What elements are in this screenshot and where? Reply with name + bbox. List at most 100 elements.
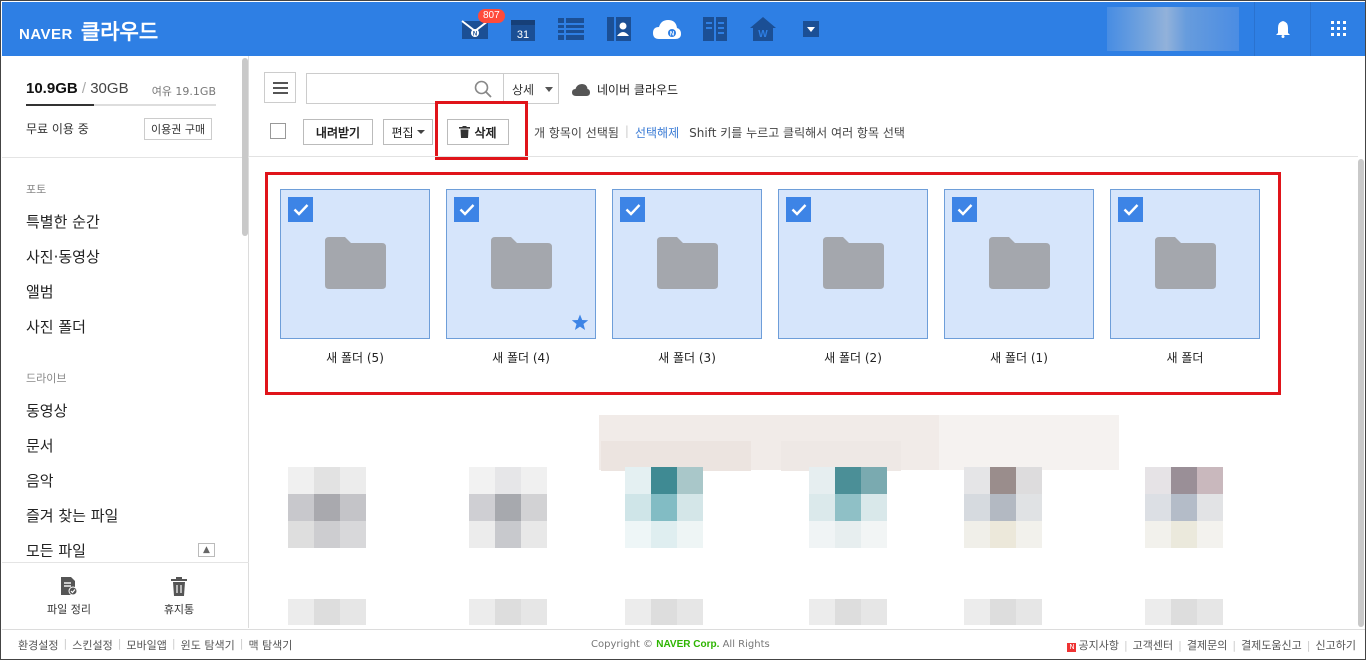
blurred-pixel	[469, 467, 495, 494]
blurred-pixel	[1197, 494, 1223, 521]
plan-status: 무료 이용 중	[26, 122, 89, 136]
storage-used: 10.9GB	[26, 80, 78, 97]
sidebar-item-documents[interactable]: 문서	[26, 435, 54, 456]
search-icon[interactable]	[474, 80, 492, 101]
notification-button[interactable]	[1254, 2, 1310, 56]
main-scrollbar[interactable]	[1358, 159, 1364, 627]
blurred-pixel	[990, 494, 1016, 521]
blurred-pixel	[964, 521, 990, 548]
sidebar-tools: 파일 정리 휴지통	[2, 562, 249, 628]
blurred-pixel	[1145, 494, 1171, 521]
sidebar-item-all-files[interactable]: 모든 파일	[26, 540, 86, 561]
blurred-pixel	[288, 521, 314, 548]
naver-n-icon: N	[1067, 643, 1077, 652]
storage-usage: 10.9GB / 30GB 여유 19.1GB	[26, 80, 216, 106]
app-switcher: N 807 31 N W	[458, 9, 828, 46]
contacts-icon[interactable]	[602, 12, 636, 46]
top-bar: NAVER 클라우드 N 807 31 N W	[2, 2, 1365, 56]
naver-logo-text: NAVER	[19, 26, 73, 43]
trash-button[interactable]: 휴지통	[139, 575, 219, 617]
blurred-pixel	[809, 599, 835, 625]
footer-link-skin[interactable]: 스킨설정	[72, 637, 112, 653]
blurred-pixel	[677, 467, 703, 494]
blurred-pixel	[1145, 467, 1171, 494]
svg-text:N: N	[473, 32, 477, 38]
calendar-icon[interactable]: 31	[506, 12, 540, 46]
app-grid-icon	[1330, 21, 1346, 36]
blurred-pixel	[625, 599, 651, 625]
footer-link-payment-report[interactable]: 결제도움신고	[1241, 637, 1302, 653]
blurred-pixel	[990, 467, 1016, 494]
blurred-pixel	[1145, 599, 1171, 625]
blurred-pixel	[469, 599, 495, 625]
select-all-checkbox[interactable]	[270, 123, 286, 139]
search-detail-dropdown[interactable]: 상세	[503, 74, 559, 103]
collapse-up-icon[interactable]: ▲	[198, 543, 215, 557]
footer-link-windows-explorer[interactable]: 윈도 탐색기	[181, 637, 235, 653]
storage-free: 여유 19.1GB	[151, 85, 216, 98]
footer-link-notice[interactable]: N 공지사항	[1067, 637, 1119, 653]
mail-count-badge: 807	[478, 9, 505, 23]
blurred-pixel	[314, 494, 340, 521]
memo-icon[interactable]	[554, 12, 588, 46]
search-input[interactable]	[313, 80, 473, 98]
breadcrumb[interactable]: 네이버 클라우드	[571, 81, 678, 98]
notification-bell-icon	[1275, 21, 1290, 38]
blurred-pixel	[1016, 467, 1042, 494]
blurred-pixel	[314, 599, 340, 625]
sidebar-item-photos-videos[interactable]: 사진·동영상	[26, 246, 100, 267]
blurred-pixel	[314, 521, 340, 548]
clear-selection-link[interactable]: 선택해제	[635, 124, 679, 141]
menu-toggle-button[interactable]	[264, 72, 296, 103]
footer-link-mac-explorer[interactable]: 맥 탐색기	[248, 637, 292, 653]
blurred-pixel	[1016, 599, 1042, 625]
section-title-drive: 드라이브	[26, 372, 67, 385]
trash-label: 휴지통	[163, 603, 195, 616]
home-icon[interactable]: W	[746, 12, 780, 46]
edit-dropdown-button[interactable]: 편집	[383, 119, 433, 145]
footer-link-mobile-app[interactable]: 모바일앱	[126, 637, 166, 653]
blurred-pixel	[340, 599, 366, 625]
blurred-pixel	[495, 599, 521, 625]
blurred-pixel	[861, 494, 887, 521]
sidebar-item-videos[interactable]: 동영상	[26, 400, 67, 421]
sidebar-scrollbar[interactable]	[242, 58, 248, 236]
blurred-pixel	[521, 599, 547, 625]
sidebar-item-special-moments[interactable]: 특별한 순간	[26, 211, 100, 232]
blurred-pixel	[835, 599, 861, 625]
blurred-pixel	[651, 599, 677, 625]
sidebar: 10.9GB / 30GB 여유 19.1GB 무료 이용 중 이용권 구매 포…	[2, 56, 249, 628]
blurred-pixel	[1197, 599, 1223, 625]
footer-link-report[interactable]: 신고하기	[1316, 637, 1356, 653]
selected-count-text: 개 항목이 선택됨	[534, 126, 619, 140]
blurred-pixel	[677, 521, 703, 548]
blurred-pixel	[340, 467, 366, 494]
sidebar-item-photo-folder[interactable]: 사진 폴더	[26, 316, 86, 337]
blurred-pixel	[1197, 521, 1223, 548]
cloud-icon[interactable]: N	[650, 12, 684, 46]
sidebar-item-favorites[interactable]: 즐겨 찾는 파일	[26, 505, 118, 526]
note-icon[interactable]	[698, 12, 732, 46]
sidebar-item-music[interactable]: 음악	[26, 470, 54, 491]
footer-link-settings[interactable]: 환경설정	[18, 637, 58, 653]
storage-bar-fill	[26, 104, 95, 106]
download-button[interactable]: 내려받기	[303, 119, 373, 145]
blurred-pixel	[835, 521, 861, 548]
mail-icon[interactable]: N 807	[458, 9, 505, 46]
footer-link-support[interactable]: 고객센터	[1133, 637, 1173, 653]
footer-link-payment-inquiry[interactable]: 결제문의	[1187, 637, 1227, 653]
blurred-pixel	[625, 521, 651, 548]
section-title-photo: 포토	[26, 183, 47, 196]
brand-logo[interactable]: NAVER 클라우드	[19, 16, 158, 46]
sidebar-item-album[interactable]: 앨범	[26, 281, 54, 302]
blurred-pixel	[809, 494, 835, 521]
blurred-pixel	[964, 467, 990, 494]
blurred-pixel	[809, 467, 835, 494]
buy-plan-button[interactable]: 이용권 구매	[144, 118, 213, 140]
more-apps-icon[interactable]	[794, 12, 828, 46]
file-cleanup-button[interactable]: 파일 정리	[29, 575, 109, 617]
blurred-pixel	[651, 521, 677, 548]
app-grid-button[interactable]	[1310, 2, 1365, 56]
blurred-pixel	[1197, 467, 1223, 494]
user-profile-blurred[interactable]	[1107, 7, 1239, 51]
